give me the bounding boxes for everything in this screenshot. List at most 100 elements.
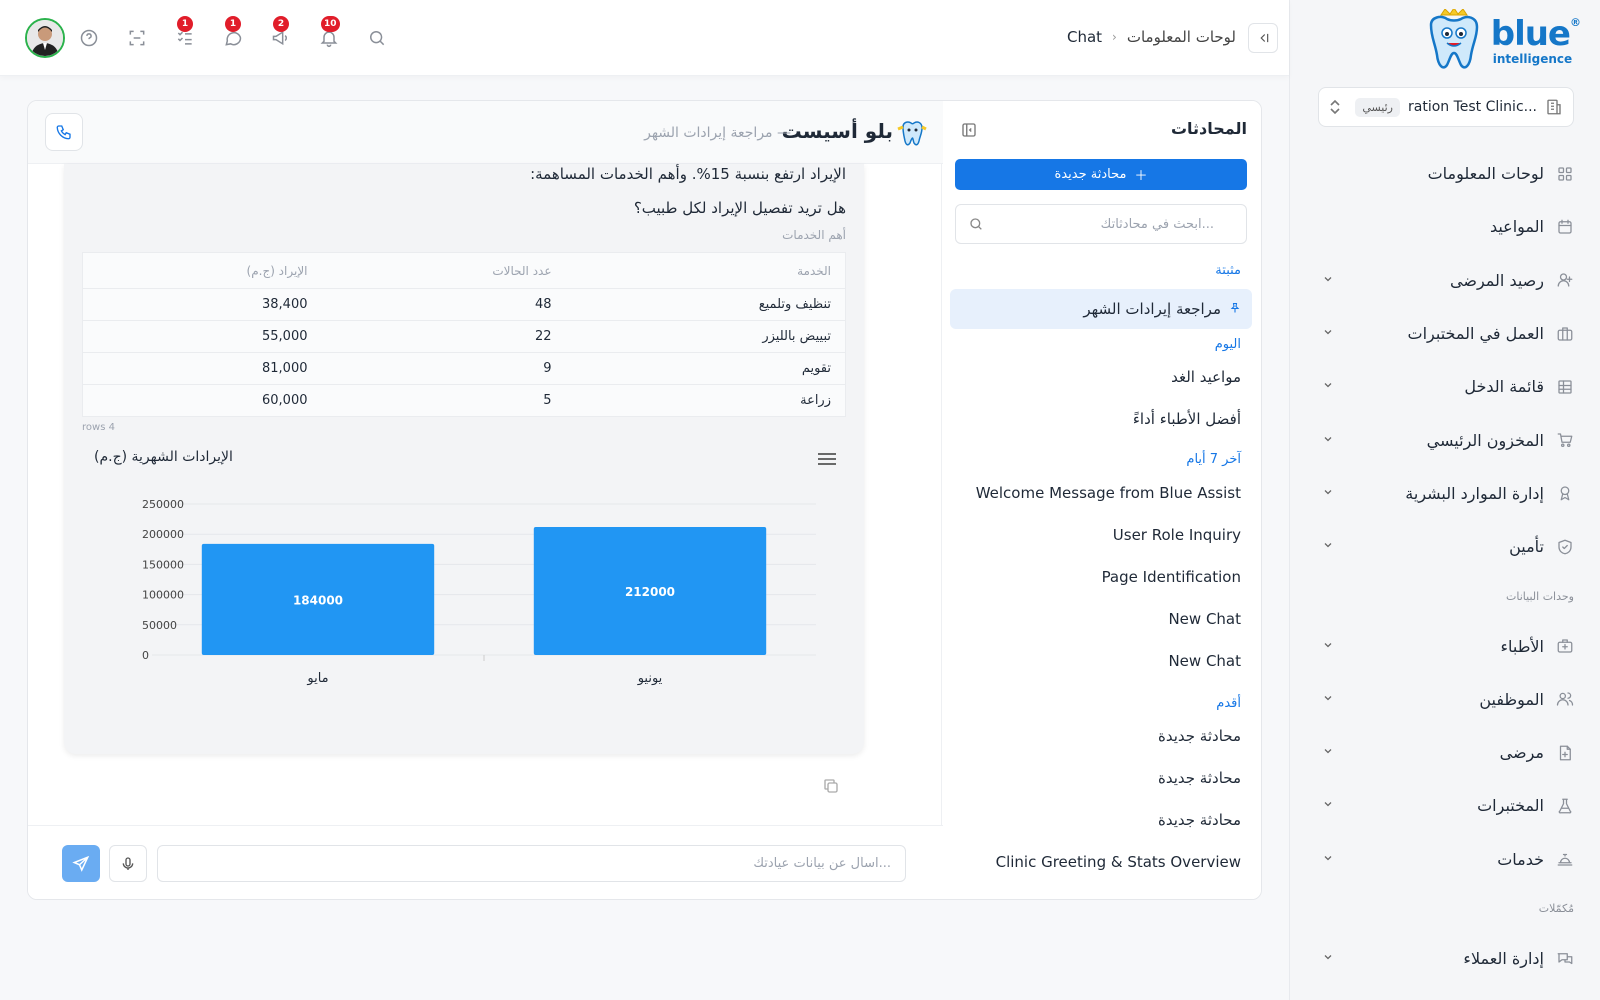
conversation-item[interactable]: User Role Inquiry xyxy=(1113,526,1241,544)
chevron-down-icon xyxy=(1318,798,1334,813)
nav-item[interactable]: الموظفين xyxy=(1318,673,1574,726)
conversations-panel: المحادثات ＋ محادثة جديدة مثبتة مراجعة إي… xyxy=(941,101,1261,899)
table-cell: تبييض بالليزر xyxy=(565,320,846,353)
table-caption: أهم الخدمات xyxy=(782,228,846,242)
conversation-item-active[interactable]: مراجعة إيرادات الشهر xyxy=(950,289,1252,329)
chat-input-bar xyxy=(28,825,943,899)
conversation-item[interactable]: Page Identification xyxy=(1102,568,1241,586)
table-cell: تقويم xyxy=(565,352,846,385)
copy-button[interactable] xyxy=(822,777,840,799)
nav-item[interactable]: إدارة العملاء xyxy=(1318,932,1574,985)
brand-name: blue xyxy=(1490,14,1571,54)
conversation-item[interactable]: New Chat xyxy=(1168,610,1241,628)
nav-item[interactable]: قائمة الدخل xyxy=(1318,360,1574,413)
y-tick-label: 0 xyxy=(142,649,149,662)
nav-item-label: خدمات xyxy=(1497,849,1544,869)
table-row: تنظيف وتلميع 48 38,400 xyxy=(82,288,846,321)
nav-item-label: مرضى xyxy=(1499,743,1544,763)
nav-item[interactable]: تأمين xyxy=(1318,520,1574,573)
chevron-down-icon xyxy=(1318,852,1334,867)
brand-logo[interactable]: blue® intelligence xyxy=(1410,6,1581,76)
top-bar: لوحات المعلومات ‹ Chat 1 1 2 10 xyxy=(0,0,1289,76)
nav-item[interactable]: المخزون الرئيسي xyxy=(1318,413,1574,466)
nav-item-label: تأمين xyxy=(1509,537,1544,557)
sidebar: blue® intelligence ...ration Test Clinic… xyxy=(1289,0,1600,1000)
call-button[interactable] xyxy=(45,113,83,151)
nav-item[interactable]: لوحات المعلومات xyxy=(1318,147,1574,200)
chat-card: المحادثات ＋ محادثة جديدة مثبتة مراجعة إي… xyxy=(27,100,1262,900)
nav-item[interactable]: خدمات xyxy=(1318,833,1574,886)
nav-item[interactable]: العمل في المختبرات xyxy=(1318,307,1574,360)
conversation-item[interactable]: Clinic Greeting & Stats Overview xyxy=(996,853,1241,871)
calendar-icon xyxy=(1556,218,1574,236)
conversation-item[interactable]: New Chat xyxy=(1168,652,1241,670)
nav-item-label: إدارة العملاء xyxy=(1463,949,1544,968)
chevron-up-down-icon xyxy=(1329,99,1341,115)
collapse-sidebar-button[interactable] xyxy=(1248,23,1278,53)
voice-input-button[interactable] xyxy=(109,845,147,882)
nav-item-label: المخزون الرئيسي xyxy=(1426,430,1544,450)
chat-header: بلو أسيست — مراجعة إيرادات الشهر xyxy=(28,101,943,164)
badge-icon xyxy=(1556,484,1574,502)
send-button[interactable] xyxy=(62,845,100,882)
section-label-data-units: وحدات البيانات xyxy=(1506,589,1574,603)
table-cell: 81,000 xyxy=(82,352,322,385)
plus-icon: ＋ xyxy=(1134,169,1148,184)
nav-item[interactable]: المواعيد xyxy=(1318,200,1574,253)
top-actions: 1 1 2 10 xyxy=(25,16,401,58)
breadcrumb: لوحات المعلومات ‹ Chat xyxy=(1067,28,1236,46)
dashboard-icon xyxy=(1556,165,1574,183)
group-label-today: اليوم xyxy=(1214,337,1241,352)
new-chat-button[interactable]: ＋ محادثة جديدة xyxy=(955,159,1247,190)
assistant-message: الإيراد ارتفع بنسبة 15%. وأهم الخدمات ال… xyxy=(64,164,864,754)
conversation-item[interactable]: محادثة جديدة xyxy=(1158,727,1241,745)
hamburger-menu-icon xyxy=(818,453,836,465)
conversation-item[interactable]: محادثة جديدة xyxy=(1158,811,1241,829)
table-cell: 9 xyxy=(321,352,566,385)
copy-icon xyxy=(824,779,838,793)
conversation-item[interactable]: محادثة جديدة xyxy=(1158,769,1241,787)
nav-item[interactable]: إدارة الموارد البشرية xyxy=(1318,467,1574,520)
fullscreen-button[interactable] xyxy=(113,18,161,58)
toggle-panel-button[interactable] xyxy=(960,121,978,143)
messages-button[interactable]: 1 xyxy=(209,16,257,58)
microphone-icon xyxy=(122,856,134,870)
help-button[interactable] xyxy=(65,18,113,58)
breadcrumb-current: Chat xyxy=(1066,28,1103,46)
search-button[interactable] xyxy=(353,18,401,58)
nav-item[interactable]: رصيد المرضى xyxy=(1318,254,1574,307)
users-icon xyxy=(1556,690,1574,708)
notifications-button[interactable]: 10 xyxy=(305,16,353,58)
conversations-title: المحادثات xyxy=(1170,119,1247,138)
chevron-down-icon xyxy=(1318,639,1334,654)
pin-icon xyxy=(1229,302,1241,317)
clinic-selector[interactable]: ...ration Test Clinic رئيسي xyxy=(1318,87,1574,127)
medical-bag-icon xyxy=(1556,637,1574,655)
conversation-item[interactable]: أفضل الأطباء أداءً xyxy=(1133,410,1241,428)
conversation-search-input[interactable] xyxy=(974,216,1214,232)
nav-item[interactable]: الأطباء xyxy=(1318,619,1574,672)
nav-item-label: الأطباء xyxy=(1500,636,1544,656)
y-tick-label: 50000 xyxy=(142,619,177,632)
chat-message-input[interactable] xyxy=(157,845,906,882)
nav-item-label: قائمة الدخل xyxy=(1464,377,1544,397)
phone-icon xyxy=(56,125,71,140)
breadcrumb-parent[interactable]: لوحات المعلومات xyxy=(1127,28,1236,46)
assistant-avatar-icon xyxy=(897,121,927,146)
table-row: تبييض بالليزر 22 55,000 xyxy=(82,320,846,353)
send-icon xyxy=(72,855,90,872)
avatar-photo-icon xyxy=(27,20,63,56)
conversation-item[interactable]: مواعيد الغد xyxy=(1171,368,1241,386)
tasks-button[interactable]: 1 xyxy=(161,16,209,58)
assistant-name: بلو أسيست xyxy=(781,119,893,143)
nav-item[interactable]: مرضى xyxy=(1318,726,1574,779)
table-cell: 60,000 xyxy=(82,384,322,417)
user-avatar[interactable] xyxy=(25,18,65,58)
nav-item[interactable]: المختبرات xyxy=(1318,779,1574,832)
messages-badge: 1 xyxy=(225,16,241,32)
y-tick-label: 150000 xyxy=(142,558,184,571)
group-label-last-7-days: آخر 7 أيام xyxy=(1186,452,1241,467)
announcements-button[interactable]: 2 xyxy=(257,16,305,58)
conversation-item[interactable]: Welcome Message from Blue Assist xyxy=(976,484,1241,502)
chart-menu-button[interactable] xyxy=(818,451,836,470)
